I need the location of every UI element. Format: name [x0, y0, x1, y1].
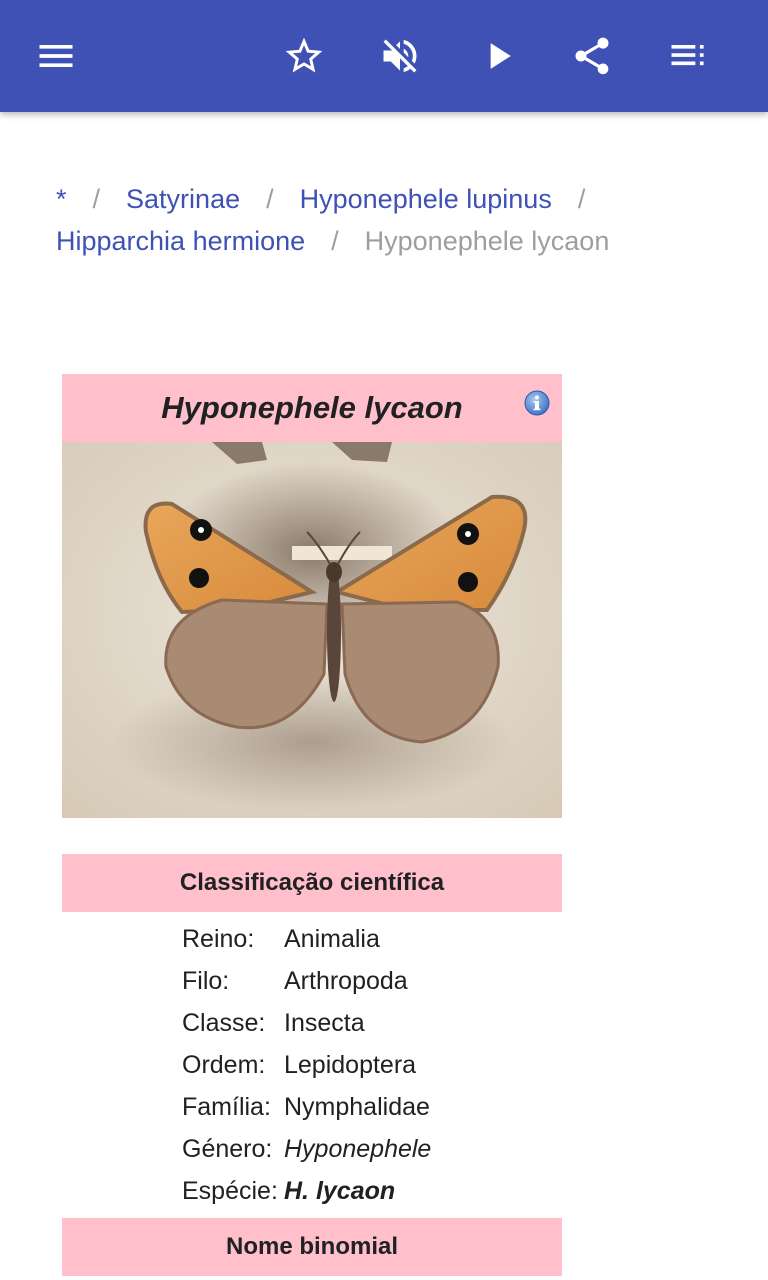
rank-value: Lepidoptera: [284, 1050, 417, 1079]
classification-table: Reino: Animalia Filo: Arthropoda Classe:…: [182, 918, 562, 1212]
rank-label: Filo:: [182, 966, 230, 995]
breadcrumb-current: Hyponephele lycaon: [364, 226, 610, 256]
classification-header: Classificação científica: [62, 854, 562, 912]
butterfly-image[interactable]: [62, 442, 562, 818]
rank-value: Nymphalidae: [284, 1092, 430, 1121]
share-icon: [575, 37, 609, 75]
breadcrumb-item-hipparchia-hermione[interactable]: Hipparchia hermione: [56, 226, 305, 256]
rank-label: Ordem:: [182, 1050, 266, 1079]
play-icon: [490, 43, 511, 69]
binomial-header: Nome binomial: [62, 1218, 562, 1276]
rank-label: Espécie:: [182, 1176, 278, 1205]
rank-row-genero: Género: Hyponephele: [182, 1128, 562, 1170]
mute-button[interactable]: [372, 28, 428, 84]
rank-row-familia: Família: Nymphalidae: [182, 1086, 562, 1128]
rank-row-especie: Espécie: H. lycaon: [182, 1170, 562, 1212]
taxobox-title-text: Hyponephele lycaon: [161, 390, 463, 425]
breadcrumb-separator: /: [331, 226, 339, 256]
share-button[interactable]: [564, 28, 620, 84]
menu-button[interactable]: [28, 28, 84, 84]
playlist-icon: [671, 45, 704, 66]
rank-value: Animalia: [284, 924, 380, 953]
rank-row-classe: Classe: Insecta: [182, 1002, 562, 1044]
rank-value: Insecta: [284, 1008, 365, 1037]
app-bar: [0, 0, 768, 112]
star-outline-icon: [285, 37, 323, 73]
info-icon[interactable]: [524, 390, 550, 416]
taxobox: Hyponephele lycaon Classificação científ…: [62, 374, 562, 1276]
rank-label: Família:: [182, 1092, 271, 1121]
rank-value: Arthropoda: [284, 966, 408, 995]
rank-row-ordem: Ordem: Lepidoptera: [182, 1044, 562, 1086]
breadcrumb-item-satyrinae[interactable]: Satyrinae: [126, 184, 240, 214]
rank-label: Classe:: [182, 1008, 266, 1037]
favorite-button[interactable]: [276, 28, 332, 84]
breadcrumb-item-hyponephele-lupinus[interactable]: Hyponephele lupinus: [300, 184, 552, 214]
rank-row-reino: Reino: Animalia: [182, 918, 562, 960]
breadcrumb-separator: /: [92, 184, 101, 214]
rank-label: Reino:: [182, 924, 255, 953]
breadcrumb-item-root[interactable]: *: [56, 184, 67, 214]
menu-icon: [39, 45, 73, 67]
breadcrumb-separator: /: [266, 184, 274, 214]
rank-row-filo: Filo: Arthropoda: [182, 960, 562, 1002]
play-button[interactable]: [470, 28, 526, 84]
rank-value: H. lycaon: [284, 1176, 396, 1205]
breadcrumb: * / Satyrinae / Hyponephele lupinus / Hipparch…: [56, 178, 716, 262]
rank-label: Género:: [182, 1134, 273, 1163]
volume-off-icon: [383, 39, 417, 73]
taxobox-title: Hyponephele lycaon: [62, 374, 562, 442]
playlist-button[interactable]: [660, 28, 716, 84]
rank-value: Hyponephele: [284, 1134, 432, 1163]
breadcrumb-separator: /: [577, 184, 586, 214]
